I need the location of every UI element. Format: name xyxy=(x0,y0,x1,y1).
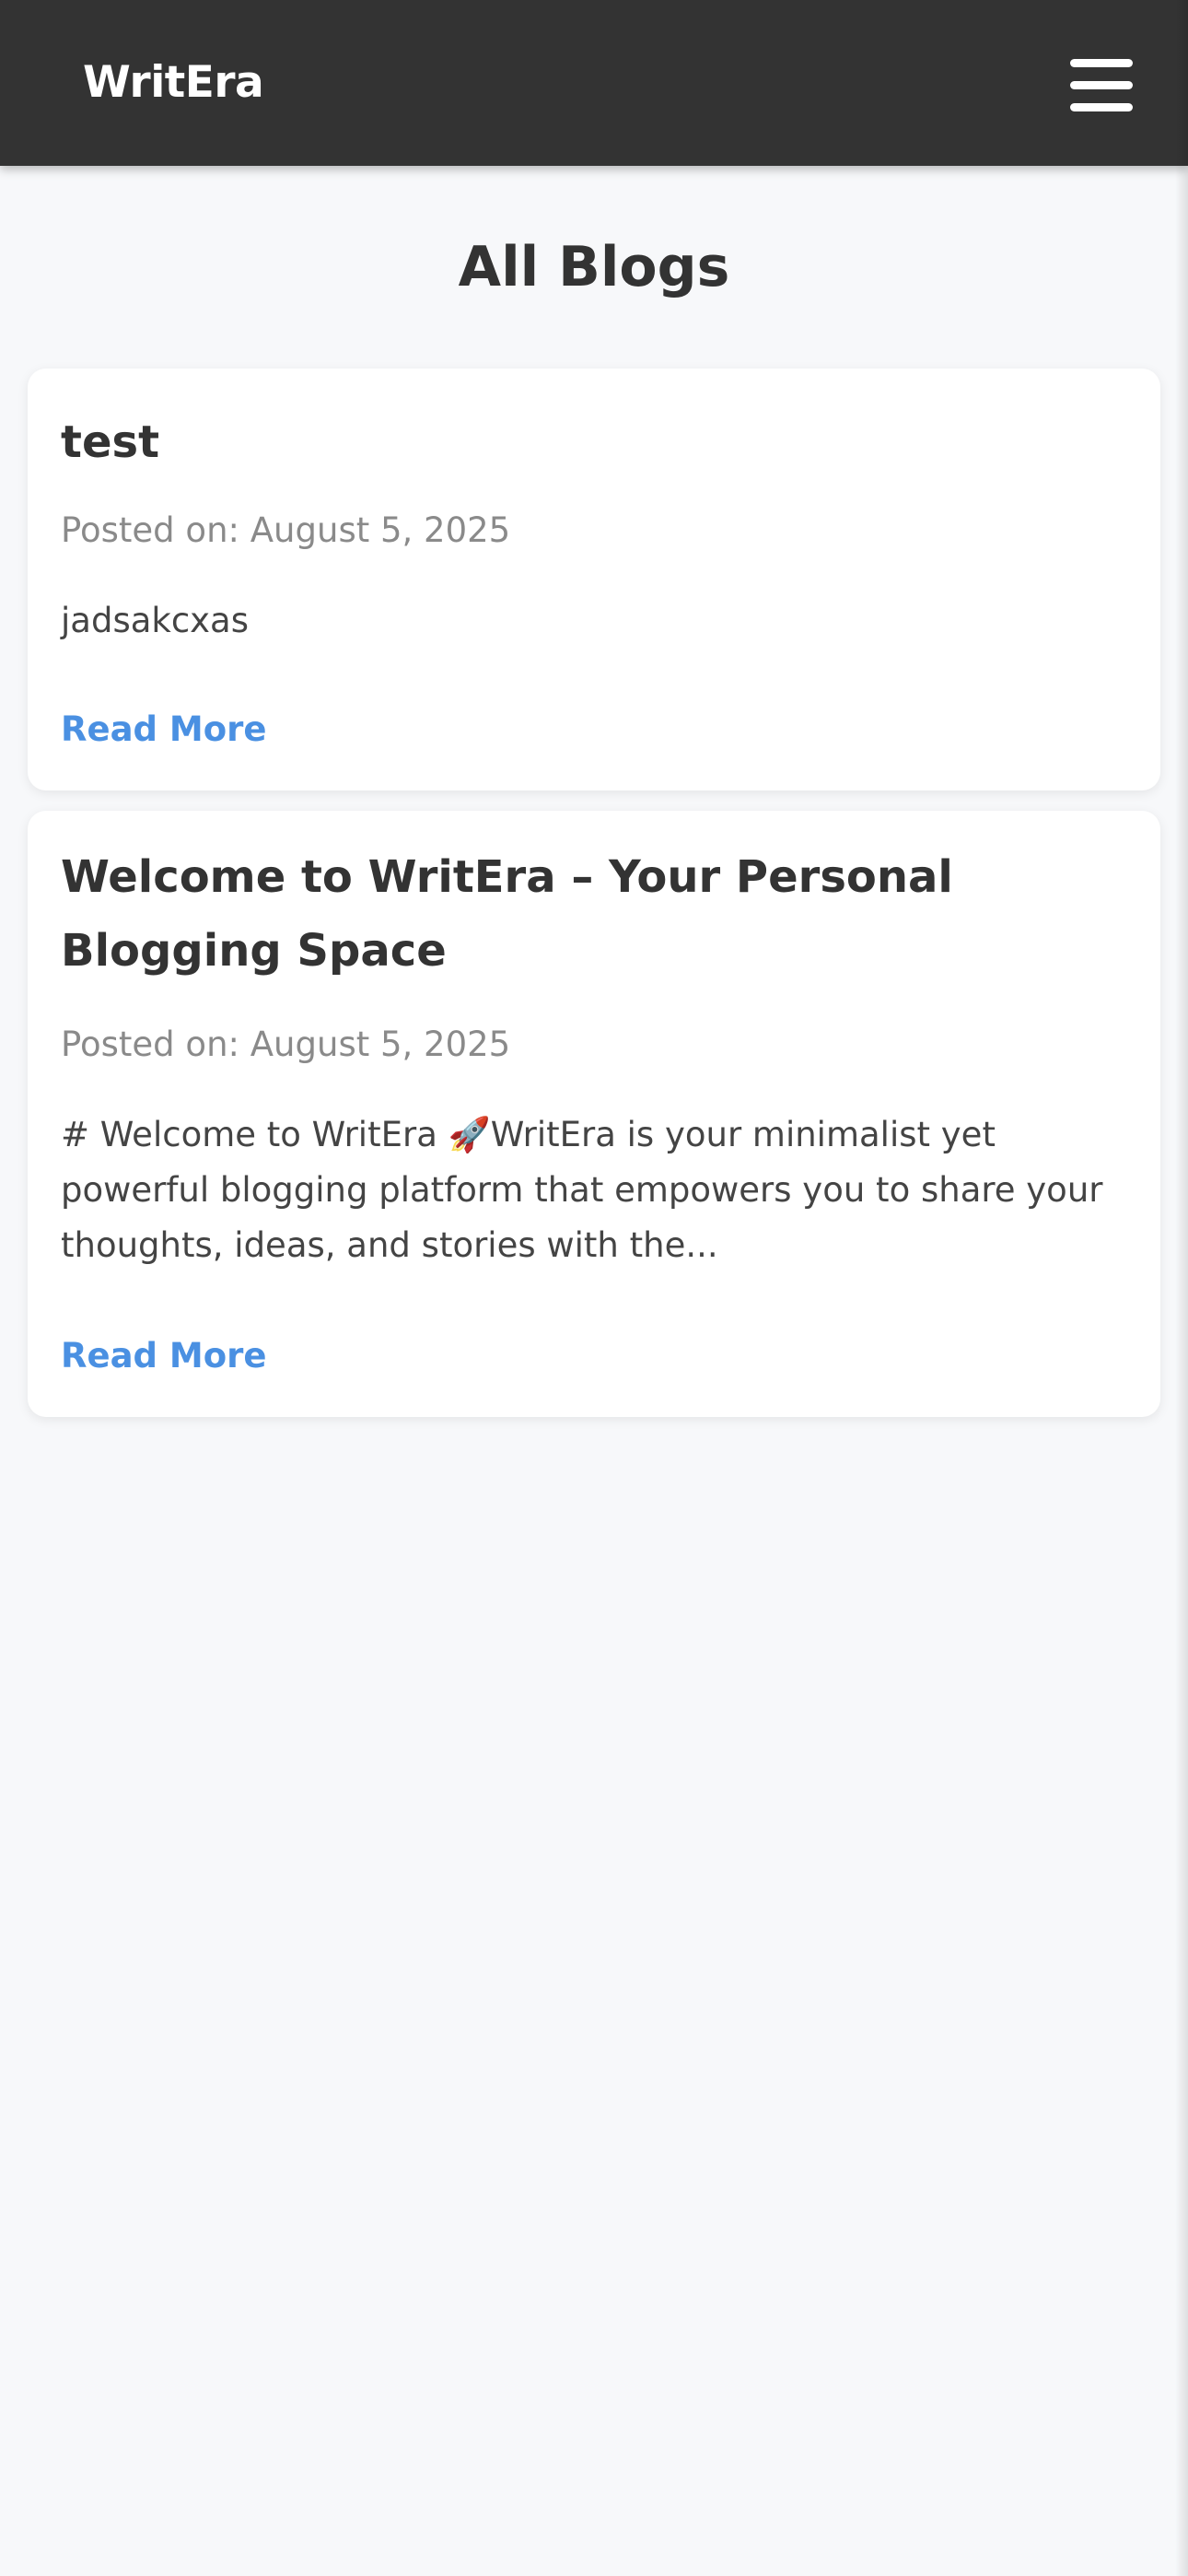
blog-card: test Posted on: August 5, 2025 jadsakcxa… xyxy=(28,369,1160,790)
blog-card-title: Welcome to WritEra – Your Personal Blogg… xyxy=(61,851,953,977)
hamburger-menu-icon[interactable] xyxy=(1070,57,1133,112)
menu-bar xyxy=(1070,59,1133,67)
blog-card-excerpt: # Welcome to WritEra 🚀WritEra is your mi… xyxy=(61,1115,1103,1265)
blog-card-date: Posted on: August 5, 2025 xyxy=(61,1025,511,1064)
top-navbar: WritEra xyxy=(0,0,1188,166)
page-title: All Blogs xyxy=(458,235,730,299)
blog-card: Welcome to WritEra – Your Personal Blogg… xyxy=(28,811,1160,1417)
menu-bar xyxy=(1070,103,1133,111)
blog-card-excerpt: jadsakcxas xyxy=(61,601,250,640)
right-edge-shadow xyxy=(1175,0,1188,2576)
blog-card-title: test xyxy=(61,416,160,468)
brand-logo[interactable]: WritEra xyxy=(83,53,264,112)
blog-card-date: Posted on: August 5, 2025 xyxy=(61,510,511,550)
menu-bar xyxy=(1070,81,1133,89)
read-more-link[interactable]: Read More xyxy=(61,708,267,752)
read-more-link[interactable]: Read More xyxy=(61,1334,267,1378)
